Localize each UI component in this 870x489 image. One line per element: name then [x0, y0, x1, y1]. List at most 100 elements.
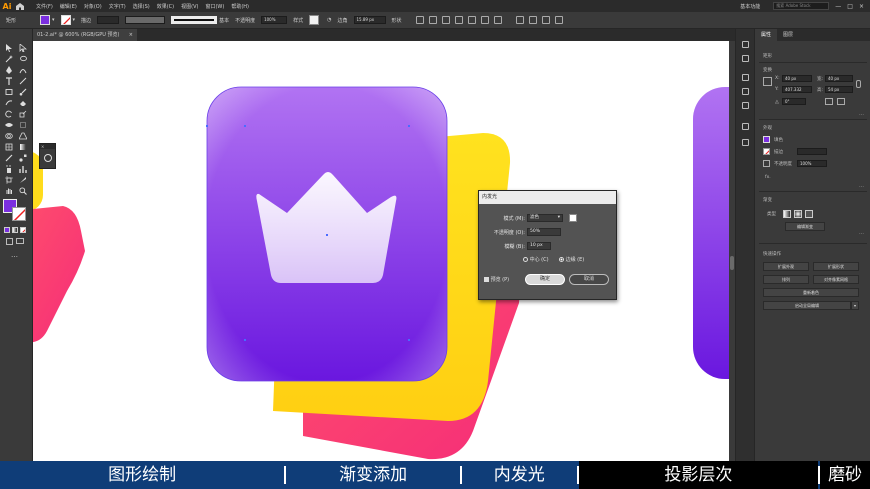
opacity-field[interactable]: 50% [527, 228, 561, 236]
align-top-icon[interactable] [467, 16, 476, 24]
variable-width-field[interactable] [125, 16, 166, 24]
mode-dropdown-icon[interactable]: ▾ [558, 215, 560, 221]
reference-point-icon[interactable] [763, 77, 772, 86]
home-icon[interactable] [14, 2, 26, 11]
style-swatch[interactable] [309, 15, 320, 25]
width-field[interactable]: 40 px [825, 75, 853, 82]
floating-panel[interactable]: × [39, 143, 56, 169]
edit-toolbar-icon[interactable]: … [11, 251, 18, 259]
gradient-tool-icon[interactable] [19, 143, 27, 151]
center-radio[interactable]: 中心 (C) [523, 256, 549, 263]
menu-window[interactable]: 窗口(W) [205, 3, 224, 10]
draw-mode-icon[interactable] [6, 238, 13, 245]
gradient-panel-icon[interactable] [742, 139, 749, 146]
cancel-button[interactable]: 取消 [569, 274, 609, 285]
column-graph-tool-icon[interactable] [19, 165, 27, 173]
appearance-opacity-field[interactable]: 100% [797, 160, 827, 167]
menu-select[interactable]: 选择(S) [133, 3, 150, 10]
isolate-icon[interactable] [528, 16, 537, 24]
blend-tool-icon[interactable] [19, 154, 27, 162]
recolor-icon[interactable]: ◔ [327, 17, 331, 23]
menu-object[interactable]: 对象(O) [84, 3, 102, 10]
stroke-weight-field[interactable] [97, 16, 120, 24]
center-radio-icon[interactable] [523, 257, 528, 262]
stroke-dropdown-icon[interactable]: ▾ [73, 17, 76, 23]
perspective-grid-tool-icon[interactable] [19, 132, 27, 140]
minimize-icon[interactable]: — [835, 3, 841, 10]
free-transform-tool-icon[interactable] [19, 121, 27, 129]
lasso-tool-icon[interactable] [19, 55, 27, 63]
height-field[interactable]: 54 px [825, 86, 853, 93]
flip-horizontal-icon[interactable] [825, 98, 833, 105]
arrange-button[interactable]: 排列 [763, 275, 809, 284]
x-field[interactable]: 40 px [782, 75, 812, 82]
tab-properties[interactable]: 属性 [755, 29, 778, 41]
appearance-fill-swatch[interactable] [763, 136, 770, 143]
rotate-angle-field[interactable]: 0° [782, 98, 806, 105]
screen-mode-icon[interactable] [16, 238, 24, 244]
edge-radio[interactable]: 边缘 (E) [559, 256, 584, 263]
hand-tool-icon[interactable] [5, 187, 13, 195]
symbols-panel-icon[interactable] [742, 102, 749, 109]
menu-effect[interactable]: 效果(C) [157, 3, 174, 10]
swatches-panel-icon[interactable] [742, 74, 749, 81]
document-tab[interactable]: 01-2.ai* @ 600% (RGB/GPU 预览) × [33, 29, 137, 41]
opacity-field[interactable]: 100% [261, 16, 288, 24]
swirl-icon[interactable] [44, 154, 52, 162]
brushes-panel-icon[interactable] [742, 88, 749, 95]
edit-gradient-button[interactable]: 编辑渐变 [785, 222, 825, 231]
color-mode-color-icon[interactable] [4, 227, 10, 233]
eraser-tool-icon[interactable] [19, 99, 27, 107]
align-middle-icon[interactable] [480, 16, 489, 24]
menu-edit[interactable]: 编辑(E) [60, 3, 77, 10]
direct-selection-tool-icon[interactable] [19, 44, 27, 52]
tab-layers[interactable]: 图层 [777, 29, 799, 41]
magic-wand-tool-icon[interactable] [5, 55, 13, 63]
color-mode-gradient-icon[interactable] [12, 227, 18, 233]
brush-preview[interactable] [171, 16, 218, 24]
corner-radius-field[interactable]: 15.89 px [353, 16, 386, 24]
align-icon[interactable] [415, 16, 424, 24]
mesh-tool-icon[interactable] [5, 143, 13, 151]
align-right-icon[interactable] [454, 16, 463, 24]
align-pixel-grid-button[interactable]: 对齐像素网格 [813, 275, 859, 284]
glow-color-swatch[interactable] [569, 214, 577, 222]
artboard-tool-icon[interactable] [5, 176, 13, 184]
floating-panel-close-icon[interactable]: × [40, 144, 55, 149]
expand-shape-button[interactable]: 扩展形状 [813, 262, 859, 271]
color-mode-none-icon[interactable] [20, 227, 26, 233]
shape-builder-tool-icon[interactable] [5, 132, 13, 140]
menu-file[interactable]: 文件(F) [36, 3, 53, 10]
ok-button[interactable]: 确定 [525, 274, 565, 285]
mode-select[interactable]: 滤色 ▾ [527, 214, 563, 222]
transform-icon[interactable] [515, 16, 524, 24]
preview-checkbox[interactable]: 预览 (P) [484, 276, 509, 283]
close-tab-icon[interactable]: × [129, 29, 133, 41]
panel-menu-icon[interactable] [554, 16, 563, 24]
workspace-switcher[interactable]: 基本功能 [740, 3, 760, 10]
color-panel-icon[interactable] [742, 41, 749, 48]
menu-type[interactable]: 文字(T) [109, 3, 126, 10]
paintbrush-tool-icon[interactable] [19, 88, 27, 96]
blur-field[interactable]: 10 px [527, 242, 551, 250]
constrain-proportions-icon[interactable] [856, 80, 861, 88]
zoom-tool-icon[interactable] [19, 187, 27, 195]
recolor-button[interactable]: 重新着色 [763, 288, 859, 297]
more-options-icon[interactable]: … [859, 230, 864, 236]
preview-checkbox-icon[interactable] [484, 277, 489, 282]
rectangle-tool-icon[interactable] [5, 88, 13, 96]
more-options-icon[interactable]: … [859, 183, 864, 189]
slice-tool-icon[interactable] [19, 176, 27, 184]
align-center-icon[interactable] [441, 16, 450, 24]
shaper-tool-icon[interactable] [5, 99, 13, 107]
scale-tool-icon[interactable] [19, 110, 27, 118]
type-tool-icon[interactable] [5, 77, 13, 85]
edge-radio-icon[interactable] [559, 257, 564, 262]
fx-button[interactable]: fx. [765, 175, 771, 180]
more-options-icon[interactable]: … [859, 111, 864, 117]
line-tool-icon[interactable] [19, 77, 27, 85]
global-edit-button[interactable]: 启动全局编辑 [763, 301, 851, 310]
scrollbar-thumb[interactable] [730, 256, 734, 270]
close-window-icon[interactable]: × [859, 3, 864, 10]
symbol-sprayer-tool-icon[interactable] [5, 165, 13, 173]
